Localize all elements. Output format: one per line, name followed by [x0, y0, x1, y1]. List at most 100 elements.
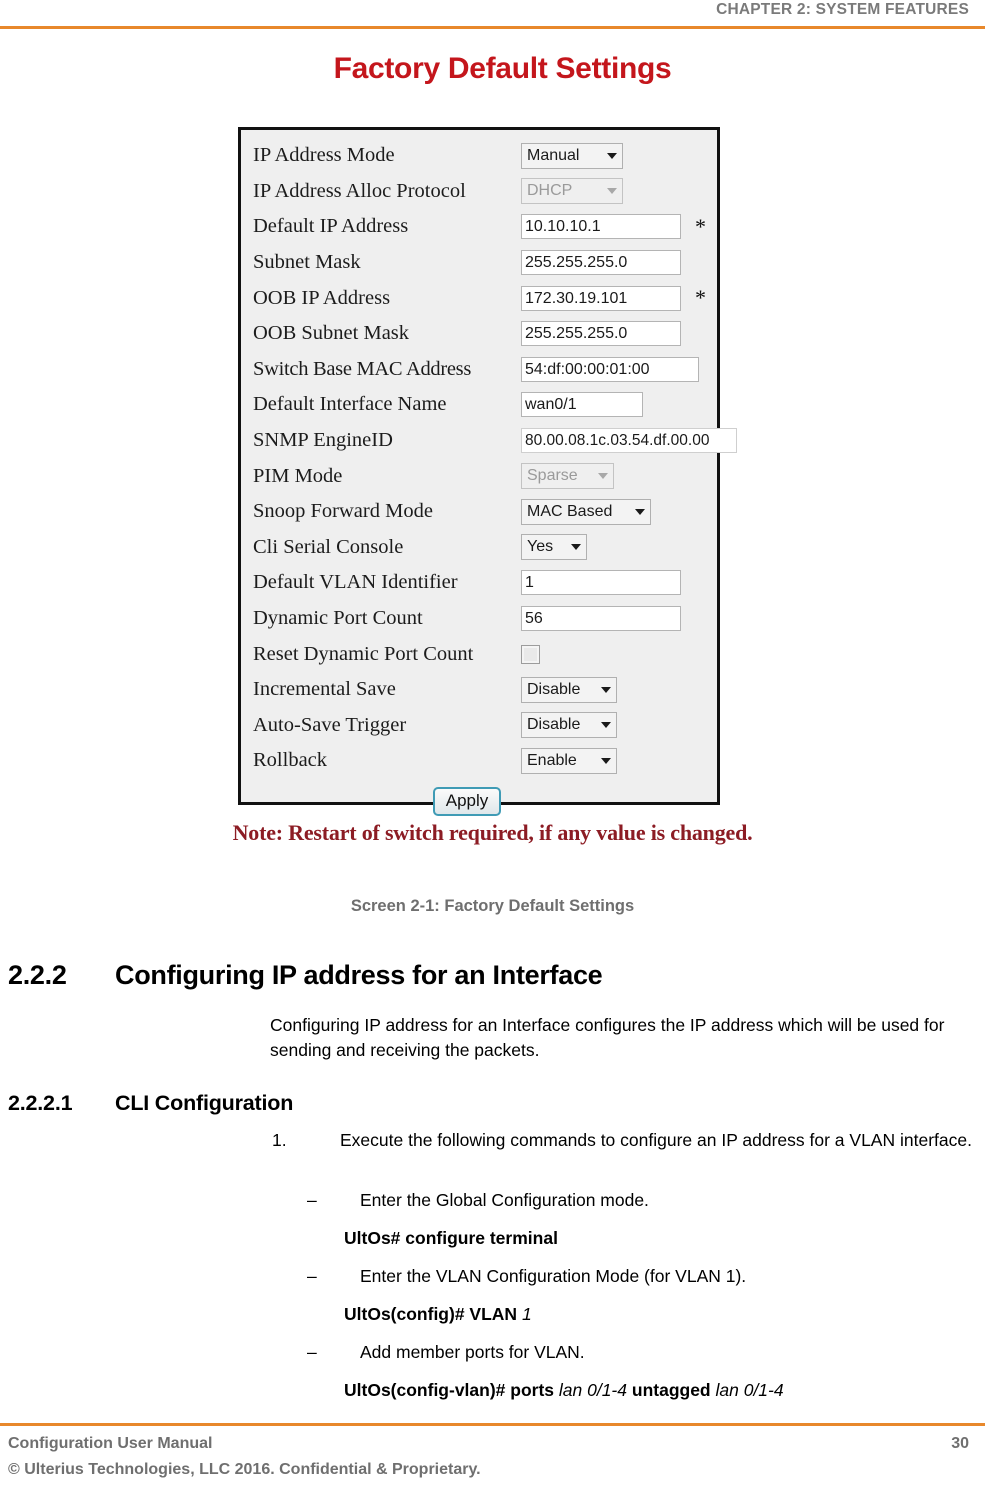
- cli-command-2: UltOs(config)# VLAN 1: [344, 1302, 984, 1327]
- dash-bullet-2: – Enter the VLAN Configuration Mode (for…: [307, 1264, 985, 1289]
- footer-divider-rule: [0, 1423, 985, 1426]
- field-control: wan0/1: [521, 392, 643, 418]
- form-row: Default IP Address 10.10.10.1 *: [241, 209, 717, 245]
- dash-bullet-3: – Add member ports for VLAN.: [307, 1340, 985, 1365]
- input-dynamic-port-count[interactable]: 56: [521, 606, 681, 632]
- dropdown-value: Disable: [527, 680, 581, 698]
- dash-bullet-1: – Enter the Global Configuration mode.: [307, 1188, 985, 1213]
- field-label: Auto-Save Trigger: [253, 713, 407, 736]
- apply-button-row: Apply: [241, 779, 717, 816]
- dropdown-pim-mode: Sparse: [521, 463, 614, 490]
- form-row: Switch Base MAC Address 54:df:00:00:01:00: [241, 352, 717, 388]
- input-switch-base-mac-address[interactable]: 54:df:00:00:01:00: [521, 356, 699, 382]
- field-control: Disable: [521, 712, 617, 739]
- input-snmp-engineid[interactable]: 80.00.08.1c.03.54.df.00.00: [521, 428, 737, 454]
- section-body-paragraph: Configuring IP address for an Interface …: [270, 1015, 945, 1060]
- subsection-number: 2.2.2.1: [8, 1091, 73, 1115]
- field-control: Disable: [521, 676, 617, 703]
- form-row: OOB IP Address 172.30.19.101 *: [241, 280, 717, 316]
- factory-default-settings-figure: Factory Default Settings IP Address Mode…: [0, 52, 985, 915]
- field-label: Snoop Forward Mode: [253, 500, 433, 523]
- input-subnet-mask[interactable]: 255.255.255.0: [521, 250, 681, 276]
- field-label: PIM Mode: [253, 464, 343, 487]
- form-row: Subnet Mask 255.255.255.0: [241, 245, 717, 281]
- input-oob-ip-address[interactable]: 172.30.19.101: [521, 285, 681, 311]
- dropdown-rollback[interactable]: Enable: [521, 747, 617, 774]
- field-control: 56: [521, 606, 681, 632]
- figure-title: Factory Default Settings: [333, 52, 672, 85]
- header-divider-rule: [0, 26, 985, 29]
- field-control: Manual: [521, 142, 623, 169]
- dropdown-value: DHCP: [527, 182, 573, 200]
- dash-bullet-text: Add member ports for VLAN.: [360, 1342, 585, 1362]
- field-label: Incremental Save: [253, 678, 396, 701]
- dash-bullet-icon: –: [307, 1190, 317, 1210]
- figure-note: Note: Restart of switch required, if any…: [232, 820, 753, 845]
- field-label: Dynamic Port Count: [253, 607, 423, 630]
- form-row: Snoop Forward Mode MAC Based: [241, 494, 717, 530]
- form-row: Incremental Save Disable: [241, 672, 717, 708]
- form-row: SNMP EngineID 80.00.08.1c.03.54.df.00.00: [241, 423, 737, 459]
- input-default-interface-name[interactable]: wan0/1: [521, 392, 643, 418]
- cli-command-2-prompt: UltOs(config)# VLAN: [344, 1304, 518, 1324]
- chevron-down-icon: [607, 188, 617, 195]
- page-header: CHAPTER 2: SYSTEM FEATURES: [0, 0, 985, 36]
- field-label: Reset Dynamic Port Count: [253, 642, 474, 665]
- dropdown-ip-address-mode[interactable]: Manual: [521, 142, 623, 169]
- field-label: Default Interface Name: [253, 393, 447, 416]
- form-row: IP Address Mode Manual: [241, 138, 717, 174]
- field-control: 10.10.10.1 *: [521, 213, 706, 240]
- cli-command-1-text: UltOs# configure terminal: [344, 1228, 558, 1248]
- chevron-down-icon: [601, 686, 611, 693]
- field-label: OOB IP Address: [253, 286, 391, 309]
- field-label: Switch Base MAC Address: [253, 357, 472, 380]
- field-control: 54:df:00:00:01:00: [521, 356, 699, 382]
- required-asterisk: *: [695, 213, 706, 239]
- form-row: PIM Mode Sparse: [241, 458, 717, 494]
- input-oob-subnet-mask[interactable]: 255.255.255.0: [521, 321, 681, 347]
- form-row: IP Address Alloc Protocol DHCP: [241, 174, 717, 210]
- chevron-down-icon: [601, 722, 611, 729]
- dropdown-auto-save-trigger[interactable]: Disable: [521, 712, 617, 739]
- dropdown-cli-serial-console[interactable]: Yes: [521, 534, 587, 561]
- field-control: 255.255.255.0: [521, 321, 681, 347]
- field-control: 80.00.08.1c.03.54.df.00.00: [521, 428, 737, 454]
- field-control: [521, 644, 540, 664]
- dropdown-snoop-forward-mode[interactable]: MAC Based: [521, 498, 651, 525]
- cli-command-3-arg2: lan 0/1-4: [715, 1380, 784, 1400]
- dash-bullet-text: Enter the Global Configuration mode.: [360, 1190, 649, 1210]
- field-control: 172.30.19.101 *: [521, 285, 706, 311]
- apply-button[interactable]: Apply: [432, 786, 502, 816]
- footer-copyright: © Ulterius Technologies, LLC 2016. Confi…: [8, 1461, 481, 1478]
- field-label: SNMP EngineID: [253, 429, 393, 452]
- cli-command-3-prompt: UltOs(config-vlan)# ports: [344, 1380, 555, 1400]
- footer-manual-title: Configuration User Manual: [8, 1435, 213, 1452]
- dropdown-value: Enable: [527, 751, 577, 769]
- field-control: 255.255.255.0: [521, 250, 681, 276]
- field-label: Default VLAN Identifier: [253, 571, 458, 594]
- field-label: OOB Subnet Mask: [253, 322, 410, 345]
- dash-bullet-icon: –: [307, 1266, 317, 1286]
- cli-command-3-arg1: lan 0/1-4: [558, 1380, 627, 1400]
- chevron-down-icon: [635, 508, 645, 515]
- dropdown-value: Yes: [527, 538, 554, 556]
- ordered-list-item-1: 1. Execute the following commands to con…: [272, 1128, 972, 1153]
- form-row: Default Interface Name wan0/1: [241, 387, 717, 423]
- chevron-down-icon: [571, 544, 581, 551]
- form-row: Auto-Save Trigger Disable: [241, 708, 717, 744]
- figure-caption: Screen 2-1: Factory Default Settings: [350, 897, 635, 915]
- form-row: Dynamic Port Count 56: [241, 601, 717, 637]
- checkbox-reset-dynamic-port-count[interactable]: [521, 644, 540, 664]
- form-row: Rollback Enable: [241, 743, 717, 779]
- dropdown-ip-address-alloc-protocol: DHCP: [521, 178, 623, 205]
- input-default-vlan-identifier[interactable]: 1: [521, 570, 681, 596]
- page-footer: Configuration User Manual © Ulterius Tec…: [0, 1423, 985, 1495]
- dropdown-incremental-save[interactable]: Disable: [521, 676, 617, 703]
- required-asterisk: *: [695, 285, 706, 311]
- section-heading-2-2-2: 2.2.2 Configuring IP address for an Inter…: [8, 960, 968, 991]
- form-row: Default VLAN Identifier 1: [241, 565, 717, 601]
- factory-default-settings-panel: IP Address Mode Manual IP Address Alloc Pr…: [238, 127, 737, 816]
- list-item-number: 1.: [272, 1130, 287, 1150]
- input-default-ip-address[interactable]: 10.10.10.1: [521, 214, 681, 240]
- cli-command-3: UltOs(config-vlan)# ports lan 0/1-4 unta…: [344, 1378, 984, 1403]
